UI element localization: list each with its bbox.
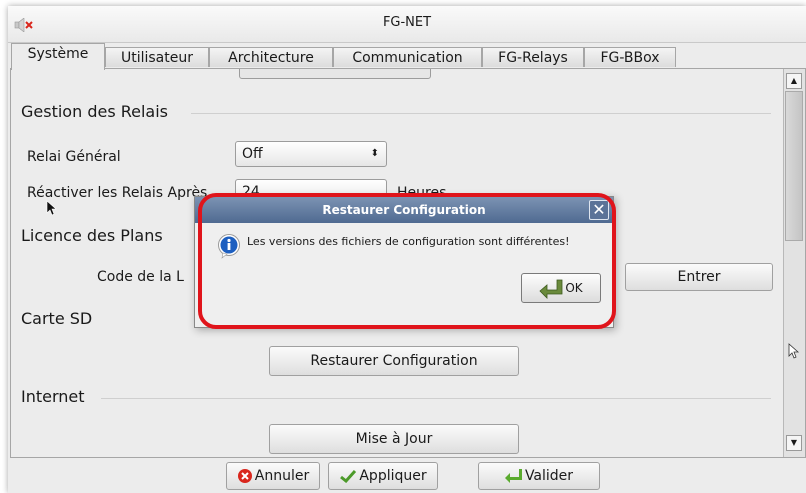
updown-arrows-icon: ⬍ (370, 148, 379, 159)
vertical-scrollbar[interactable]: ▲ ▼ (783, 69, 805, 457)
valider-label: Valider (524, 468, 574, 484)
mouse-cursor-icon (46, 200, 57, 216)
tab-fg-relays[interactable]: FG-Relays (482, 47, 584, 67)
footer-bar: Annuler Appliquer Valider (8, 458, 806, 493)
sd-section-title: Carte SD (21, 309, 93, 328)
tab-architecture[interactable]: Architecture (209, 47, 333, 67)
clipped-combo[interactable] (239, 69, 431, 79)
internet-section-title: Internet (21, 387, 85, 406)
divider (101, 398, 771, 399)
valider-button[interactable]: Valider (478, 462, 600, 490)
scroll-up-icon[interactable]: ▲ (786, 73, 802, 89)
relai-general-label: Relai Général (27, 149, 121, 165)
relai-general-value: Off (242, 146, 263, 162)
highlight-outline (198, 193, 616, 329)
tab-utilisateur[interactable]: Utilisateur (105, 47, 209, 67)
annuler-button[interactable]: Annuler (226, 462, 320, 490)
licence-section-title: Licence des Plans (21, 226, 163, 245)
scroll-thumb[interactable] (785, 91, 803, 241)
mise-a-jour-button[interactable]: Mise à Jour (269, 424, 519, 454)
check-icon (340, 469, 357, 483)
entrer-button[interactable]: Entrer (625, 263, 773, 291)
restaurer-configuration-button[interactable]: Restaurer Configuration (269, 346, 519, 376)
validate-arrow-icon (504, 469, 522, 483)
tab-systeme[interactable]: Système (11, 43, 105, 70)
relai-general-select[interactable]: Off ⬍ (235, 141, 387, 167)
mouse-cursor-icon (788, 343, 800, 359)
cancel-icon (237, 469, 252, 483)
licence-code-label: Code de la L (97, 269, 184, 285)
tab-communication[interactable]: Communication (333, 47, 482, 67)
annuler-label: Annuler (254, 468, 310, 484)
tab-fg-bbox[interactable]: FG-BBox (584, 47, 676, 67)
scroll-down-icon[interactable]: ▼ (786, 435, 802, 451)
divider (191, 113, 771, 114)
title-bar: FG-NET (8, 6, 806, 43)
reactiver-label: Réactiver les Relais Après (27, 185, 208, 201)
window-title: FG-NET (382, 15, 432, 30)
appliquer-button[interactable]: Appliquer (328, 462, 438, 490)
tab-bar: Système Utilisateur Architecture Communi… (8, 43, 806, 70)
relais-section-title: Gestion des Relais (21, 102, 169, 121)
appliquer-label: Appliquer (359, 468, 427, 484)
